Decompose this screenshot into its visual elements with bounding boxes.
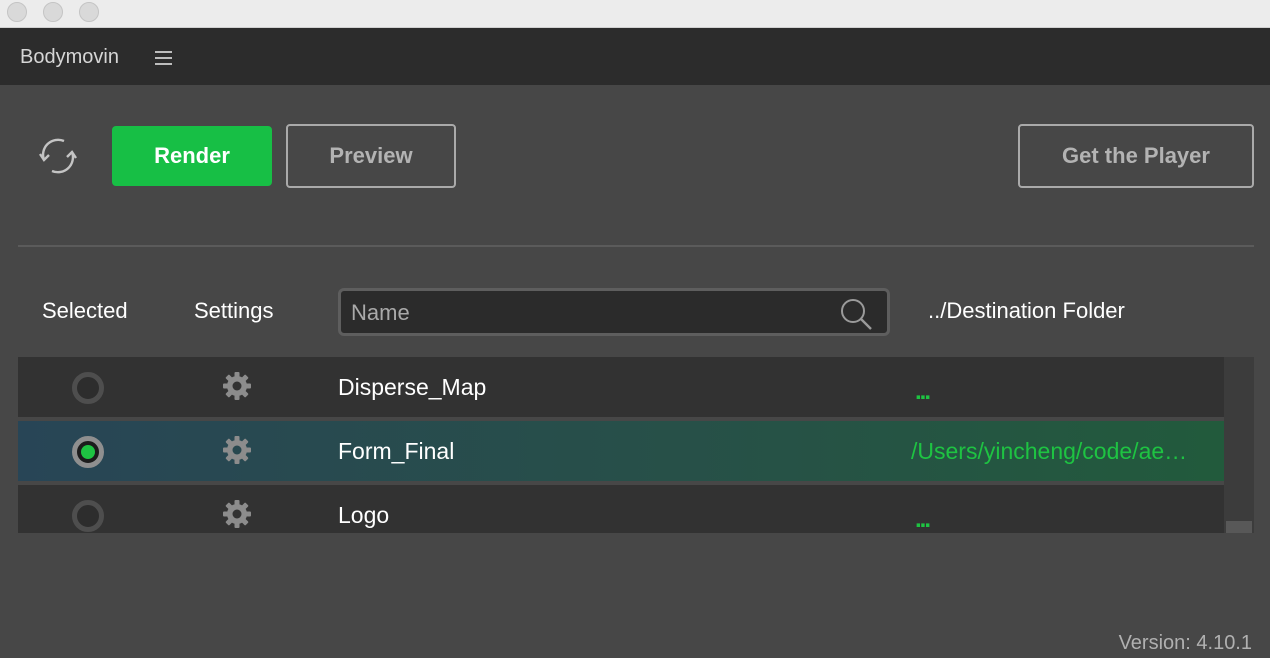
composition-list: Disperse_Map ... Form_Final /Users/yinch… bbox=[18, 357, 1224, 533]
composition-row[interactable]: Logo ... bbox=[18, 485, 1224, 533]
gear-icon[interactable] bbox=[222, 371, 252, 401]
panel-header: Bodymovin bbox=[0, 28, 1270, 85]
render-button[interactable]: Render bbox=[112, 126, 272, 186]
maximize-window-button[interactable] bbox=[79, 2, 99, 22]
column-header-settings: Settings bbox=[194, 298, 274, 323]
close-window-button[interactable] bbox=[7, 2, 27, 22]
select-radio-checked[interactable] bbox=[72, 436, 104, 468]
menu-icon[interactable] bbox=[155, 51, 172, 65]
refresh-icon[interactable] bbox=[36, 134, 80, 178]
search-icon[interactable] bbox=[839, 297, 873, 331]
preview-button[interactable]: Preview bbox=[286, 124, 456, 188]
minimize-window-button[interactable] bbox=[43, 2, 63, 22]
get-player-button[interactable]: Get the Player bbox=[1018, 124, 1254, 188]
scrollbar-thumb[interactable] bbox=[1226, 521, 1252, 533]
divider bbox=[18, 245, 1254, 247]
composition-name: Logo bbox=[338, 502, 390, 528]
destination-placeholder[interactable]: ... bbox=[915, 380, 931, 404]
scrollbar-track[interactable] bbox=[1224, 357, 1254, 533]
window-titlebar bbox=[0, 0, 1270, 28]
version-label: Version: 4.10.1 bbox=[1118, 632, 1252, 654]
select-radio[interactable] bbox=[72, 372, 104, 404]
composition-name: Disperse_Map bbox=[338, 374, 487, 400]
destination-placeholder[interactable]: ... bbox=[915, 508, 931, 532]
search-box bbox=[338, 288, 890, 336]
column-header-destination: ../Destination Folder bbox=[928, 298, 1125, 323]
search-input[interactable] bbox=[349, 297, 833, 329]
gear-icon[interactable] bbox=[222, 499, 252, 529]
composition-name: Form_Final bbox=[338, 438, 455, 464]
gear-icon[interactable] bbox=[222, 435, 252, 465]
select-radio[interactable] bbox=[72, 500, 104, 532]
panel-title: Bodymovin bbox=[20, 46, 119, 68]
composition-row[interactable]: Disperse_Map ... bbox=[18, 357, 1224, 417]
composition-row-selected[interactable]: Form_Final /Users/yincheng/code/ae… bbox=[18, 421, 1224, 481]
column-header-selected: Selected bbox=[42, 298, 128, 323]
destination-path[interactable]: /Users/yincheng/code/ae… bbox=[911, 438, 1211, 465]
